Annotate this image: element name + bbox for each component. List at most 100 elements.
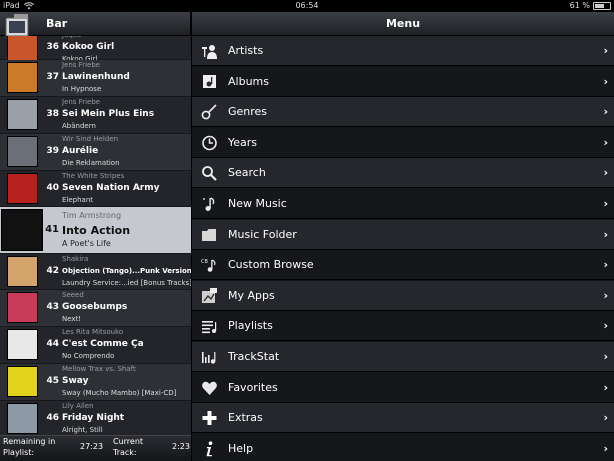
menu-item-label: Favorites: [228, 380, 278, 394]
menu-item-label: Custom Browse: [228, 258, 314, 272]
track-title: C'est Comme Ça: [62, 339, 144, 349]
remaining-label-1: Remaining in: [3, 437, 56, 446]
track-album: In Hypnose: [62, 85, 102, 93]
playlist-track[interactable]: Seeed 43 Goosebumps Next!: [0, 290, 191, 327]
chevron-right-icon: ›: [603, 74, 608, 88]
album-art: [7, 99, 38, 130]
menu-item-genres[interactable]: Genres ›: [192, 97, 614, 128]
chevron-right-icon: ›: [603, 441, 608, 455]
track-album: No Comprendo: [62, 352, 115, 360]
playlist-track[interactable]: Jens Friebe 37 Lawinenhund In Hypnose: [0, 60, 191, 97]
menu-item-label: Albums: [228, 74, 269, 88]
track-number: 45: [46, 376, 59, 386]
menu-item-label: Music Folder: [228, 227, 297, 241]
menu-item-help[interactable]: Help ›: [192, 433, 614, 461]
track-album: Abändern: [62, 122, 96, 130]
heart-icon: [201, 380, 218, 396]
track-title: Kokoo Girl: [62, 42, 115, 52]
plus-icon: [201, 410, 218, 426]
playlist[interactable]: Jaqee36Kokoo GirlKokoo GirlJens Friebe37…: [0, 36, 191, 435]
track-album: A Poet's Life: [62, 239, 111, 248]
playlist-track[interactable]: Mellow Trax vs. Shaft 45 Sway Sway (Mucho M…: [0, 364, 191, 401]
guitar-icon: [201, 104, 218, 120]
playlist-track[interactable]: Wir Sind Helden 39 Aurélie Die Reklamation: [0, 134, 191, 171]
track-artist: Lily Allen: [62, 402, 94, 410]
menu-item-search[interactable]: Search ›: [192, 158, 614, 189]
track-artist: Shakira: [62, 255, 89, 263]
menu-item-music-folder[interactable]: Music Folder ›: [192, 219, 614, 250]
track-title: Lawinenhund: [62, 72, 130, 82]
track-number: 39: [46, 146, 59, 156]
playlist-header: Bar: [0, 12, 190, 37]
apps-icon: [201, 287, 218, 304]
menu-item-label: Genres: [228, 105, 268, 119]
menu-item-label: Extras: [228, 411, 263, 425]
clock-icon: [201, 135, 218, 151]
current-track-time: 2:23: [172, 442, 190, 451]
menu-item-favorites[interactable]: Favorites ›: [192, 372, 614, 403]
playlist-track[interactable]: Jens Friebe 38 Sei Mein Plus Eins Abändern: [0, 97, 191, 134]
track-album: Elephant: [62, 196, 94, 204]
note-icon: [201, 196, 218, 212]
track-artist: Tim Armstrong: [62, 211, 122, 220]
playlist-track[interactable]: Les Rita Mitsouko 44 C'est Comme Ça No Comp…: [0, 327, 191, 364]
track-artist: Wir Sind Helden: [62, 135, 119, 143]
track-artist: Les Rita Mitsouko: [62, 328, 124, 336]
menu-item-albums[interactable]: Albums ›: [192, 66, 614, 97]
track-number: 38: [46, 109, 59, 119]
playlist-track[interactable]: Lily Allen 46 Friday Night Alright, Still: [0, 401, 191, 435]
album-art: [7, 136, 38, 167]
menu-item-custom-browse[interactable]: CB Custom Browse ›: [192, 250, 614, 281]
menu-item-extras[interactable]: Extras ›: [192, 403, 614, 434]
status-time: 06:54: [295, 1, 319, 10]
playlist-track[interactable]: Tim Armstrong 41 Into Action A Poet's Life: [0, 207, 191, 254]
track-artist: Seeed: [62, 291, 84, 299]
menu-title: Menu: [192, 12, 614, 36]
menu-item-label: My Apps: [228, 288, 275, 302]
track-number: 36: [46, 42, 59, 52]
track-title: Sway: [62, 376, 89, 386]
menu-item-my-apps[interactable]: My Apps ›: [192, 280, 614, 311]
chevron-right-icon: ›: [603, 135, 608, 149]
track-title: Into Action: [62, 224, 131, 237]
track-album: Next!: [62, 315, 82, 323]
player-name: Bar: [46, 17, 68, 30]
track-title: Friday Night: [62, 413, 125, 423]
menu-item-label: Help: [228, 441, 254, 455]
track-title: Seven Nation Army: [62, 183, 160, 193]
track-artist: Jaqee: [62, 36, 81, 39]
track-number: 44: [46, 339, 59, 349]
playlist-track[interactable]: The White Stripes 40 Seven Nation Army Elep…: [0, 171, 191, 207]
track-title: Aurélie: [62, 146, 99, 156]
playlist-footer: Remaining in Playlist: 27:23 Current Tra…: [0, 435, 191, 461]
menu-item-trackstat[interactable]: TrackStat ›: [192, 342, 614, 372]
status-bar: iPad 06:54 61 %: [0, 0, 614, 12]
album-art: [7, 36, 38, 63]
track-album: Alright, Still: [62, 426, 103, 434]
menu-panel: Menu Artists › Albums › Genres › Years › Search ›…: [192, 12, 614, 461]
chevron-right-icon: ›: [603, 350, 608, 363]
track-number: 43: [46, 302, 59, 312]
menu-item-label: New Music: [228, 197, 287, 210]
menu-item-artists[interactable]: Artists ›: [192, 36, 614, 66]
remaining-label-2: Playlist:: [3, 448, 35, 457]
menu-item-playlists[interactable]: Playlists ›: [192, 311, 614, 342]
playlist-icon: [201, 318, 218, 334]
album-art: [7, 62, 38, 93]
album-art: [1, 209, 43, 251]
track-number: 46: [46, 413, 59, 423]
folder-icon: [201, 227, 218, 243]
chevron-right-icon: ›: [603, 288, 608, 302]
current-track-label-2: Track:: [113, 448, 137, 457]
track-number: 40: [46, 183, 59, 193]
chevron-right-icon: ›: [603, 227, 608, 241]
playlist-track[interactable]: Shakira 42 Objection (Tango)...Punk Versio…: [0, 254, 191, 290]
track-artist: Jens Friebe: [62, 61, 101, 69]
chevron-right-icon: ›: [603, 44, 608, 57]
menu-item-new-music[interactable]: New Music ›: [192, 189, 614, 219]
menu-item-years[interactable]: Years ›: [192, 127, 614, 158]
track-album: Laundry Service:...ied [Bonus Tracks]: [62, 279, 191, 287]
album-art: [7, 256, 38, 287]
playlist-track[interactable]: Jaqee36Kokoo GirlKokoo Girl: [0, 36, 191, 63]
current-track-label-1: Current: [113, 437, 144, 446]
